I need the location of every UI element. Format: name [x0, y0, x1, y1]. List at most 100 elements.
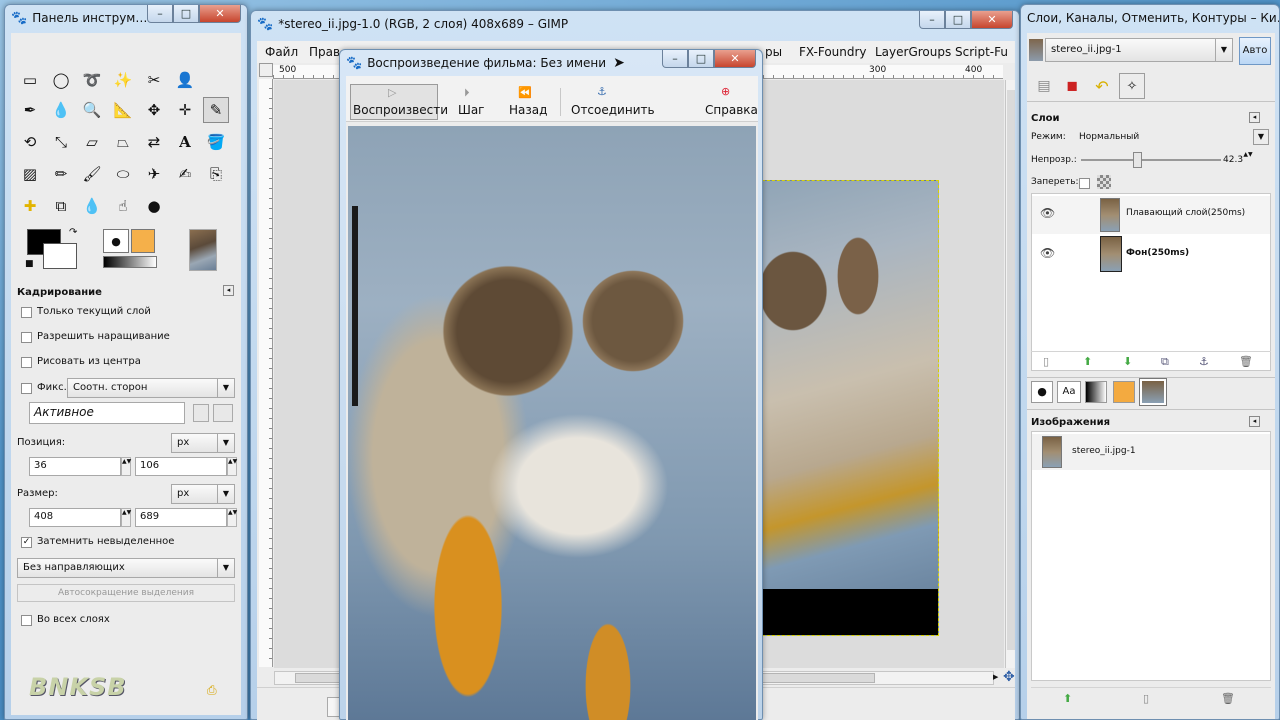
background-color-swatch[interactable] — [43, 243, 77, 269]
tab-fonts[interactable]: Aa — [1057, 381, 1081, 403]
size-height-field[interactable]: 689 — [135, 508, 227, 527]
help-button-label[interactable]: Справка — [705, 103, 758, 117]
mode-dropdown-icon[interactable]: ▼ — [1253, 129, 1269, 145]
blend-icon[interactable]: ▨ — [17, 161, 43, 187]
maximize-button[interactable]: □ — [688, 50, 714, 68]
minimize-button[interactable]: – — [919, 11, 945, 29]
menu-script-fu[interactable]: Script-Fu — [955, 45, 1008, 59]
move-icon[interactable]: ✥ — [141, 97, 167, 123]
vertical-scrollbar[interactable] — [1005, 80, 1015, 668]
playback-preview[interactable] — [348, 126, 756, 720]
blur-icon[interactable]: 💧 — [79, 193, 105, 219]
position-x-stepper[interactable]: ▲▼ — [121, 457, 131, 476]
close-button[interactable]: ✕ — [714, 50, 756, 68]
size-width-stepper[interactable]: ▲▼ — [121, 508, 131, 527]
foreground-select-icon[interactable]: 👤 — [172, 67, 198, 93]
size-unit-combo[interactable]: px ▼ — [171, 484, 235, 504]
detach-button-label[interactable]: Отсоединить — [571, 103, 655, 117]
swap-colors-icon[interactable]: ↷ — [69, 227, 77, 238]
position-unit-combo[interactable]: px ▼ — [171, 433, 235, 453]
flip-icon[interactable]: ⇄ — [141, 129, 167, 155]
layer-row[interactable]: 👁 Фон(250ms) — [1032, 234, 1270, 274]
allow-growing-checkbox[interactable] — [21, 332, 32, 343]
menu-filters[interactable]: ры — [765, 45, 782, 59]
pencil-icon[interactable]: ✏ — [48, 161, 74, 187]
fixed-checkbox[interactable] — [21, 383, 32, 394]
opacity-slider[interactable] — [1081, 152, 1221, 168]
guides-combo[interactable]: Без направляющих ▼ — [17, 558, 235, 578]
color-picker-icon[interactable]: 💧 — [48, 97, 74, 123]
tab-undo[interactable]: ↶ — [1089, 73, 1115, 99]
image-window-titlebar[interactable]: 🐾 *stereo_ii.jpg-1.0 (RGB, 2 слоя) 408x6… — [251, 11, 1019, 37]
eye-icon[interactable]: 👁 — [1040, 206, 1055, 220]
restore-options-icon[interactable]: ⎙ — [207, 683, 217, 698]
tab-channels[interactable]: ◼ — [1059, 73, 1085, 99]
ellipse-select-icon[interactable]: ◯ — [48, 67, 74, 93]
text-icon[interactable]: A — [172, 129, 198, 155]
raise-layer-icon[interactable]: ⬆ — [1083, 355, 1092, 368]
raise-views-icon[interactable]: ⬆ — [1063, 692, 1072, 705]
measure-icon[interactable]: 📐 — [110, 97, 136, 123]
airbrush-icon[interactable]: ✈ — [141, 161, 167, 187]
menu-edit[interactable]: Прав — [309, 45, 340, 59]
auto-button[interactable]: Авто — [1239, 37, 1271, 65]
quick-mask-icon[interactable] — [259, 63, 273, 77]
position-y-stepper[interactable]: ▲▼ — [227, 457, 237, 476]
scissors-icon[interactable]: ✂ — [141, 67, 167, 93]
gradient-preview[interactable] — [103, 256, 157, 268]
configure-tab-icon[interactable]: ◂ — [1249, 416, 1260, 427]
menu-file[interactable]: Файл — [265, 45, 298, 59]
lasso-icon[interactable]: ➰ — [79, 67, 105, 93]
image-selector-combo[interactable]: stereo_ii.jpg-1 ▼ — [1045, 38, 1233, 62]
fuzzy-select-icon[interactable]: ✨ — [110, 67, 136, 93]
current-layer-only-checkbox[interactable] — [21, 307, 32, 318]
tab-patterns[interactable] — [1113, 381, 1135, 403]
step-button-label[interactable]: Шаг — [458, 103, 485, 117]
paintbrush-icon[interactable]: 🖌 — [79, 161, 105, 187]
layer-name[interactable]: Плавающий слой(250ms) — [1126, 208, 1245, 218]
default-colors-icon[interactable]: ■ — [25, 259, 34, 269]
navigate-icon[interactable]: ✥ — [1003, 669, 1015, 685]
minimize-button[interactable]: – — [147, 5, 173, 23]
expand-from-center-checkbox[interactable] — [21, 357, 32, 368]
mode-value[interactable]: Нормальный — [1079, 132, 1139, 142]
delete-image-icon[interactable]: 🗑 — [1221, 692, 1235, 705]
shear-icon[interactable]: ▱ — [79, 129, 105, 155]
delete-layer-icon[interactable]: 🗑 — [1239, 355, 1253, 368]
paths-icon[interactable]: ✒ — [17, 97, 43, 123]
position-x-field[interactable]: 36 — [29, 457, 121, 476]
opacity-stepper[interactable]: ▲▼ — [1243, 151, 1253, 167]
new-display-icon[interactable]: ▯ — [1143, 692, 1149, 705]
lower-layer-icon[interactable]: ⬇ — [1123, 355, 1132, 368]
tab-layers[interactable]: ▤ — [1031, 73, 1057, 99]
perspective-icon[interactable]: ⏢ — [110, 129, 136, 155]
image-canvas-photo[interactable] — [747, 180, 939, 636]
fixed-mode-combo[interactable]: Соотн. сторон ▼ — [67, 378, 235, 398]
menu-fx-foundry[interactable]: FX-Foundry — [799, 45, 867, 59]
menu-layergroups[interactable]: LayerGroups — [875, 45, 951, 59]
scroll-thumb[interactable] — [1007, 90, 1015, 650]
clone-icon[interactable]: ⎘ — [203, 161, 229, 187]
pattern-preview[interactable] — [131, 229, 155, 253]
zoom-icon[interactable]: 🔍 — [79, 97, 105, 123]
size-height-stepper[interactable]: ▲▼ — [227, 508, 237, 527]
layer-name[interactable]: Фон(250ms) — [1126, 248, 1189, 258]
minimize-button[interactable]: – — [662, 50, 688, 68]
ink-icon[interactable]: ✍ — [172, 161, 198, 187]
image-name[interactable]: stereo_ii.jpg-1 — [1072, 446, 1136, 456]
active-image-thumbnail[interactable] — [189, 229, 217, 271]
dodge-burn-icon[interactable]: ● — [141, 193, 167, 219]
portrait-landscape-icon[interactable] — [213, 404, 233, 422]
active-field[interactable]: Активное — [29, 402, 185, 424]
bucket-fill-icon[interactable]: 🪣 — [203, 129, 229, 155]
scale-icon[interactable]: ⤡ — [48, 129, 74, 155]
tab-paths[interactable]: ✧ — [1119, 73, 1145, 99]
duplicate-layer-icon[interactable]: ⧉ — [1161, 355, 1169, 369]
smudge-icon[interactable]: ☝ — [110, 193, 136, 219]
maximize-button[interactable]: □ — [945, 11, 971, 29]
rect-select-icon[interactable]: ▭ — [17, 67, 43, 93]
layer-row[interactable]: 👁 Плавающий слой(250ms) — [1032, 196, 1270, 234]
highlight-checkbox[interactable]: ✓ — [21, 537, 32, 548]
vertical-ruler[interactable] — [259, 79, 273, 667]
tab-images[interactable] — [1139, 378, 1167, 406]
